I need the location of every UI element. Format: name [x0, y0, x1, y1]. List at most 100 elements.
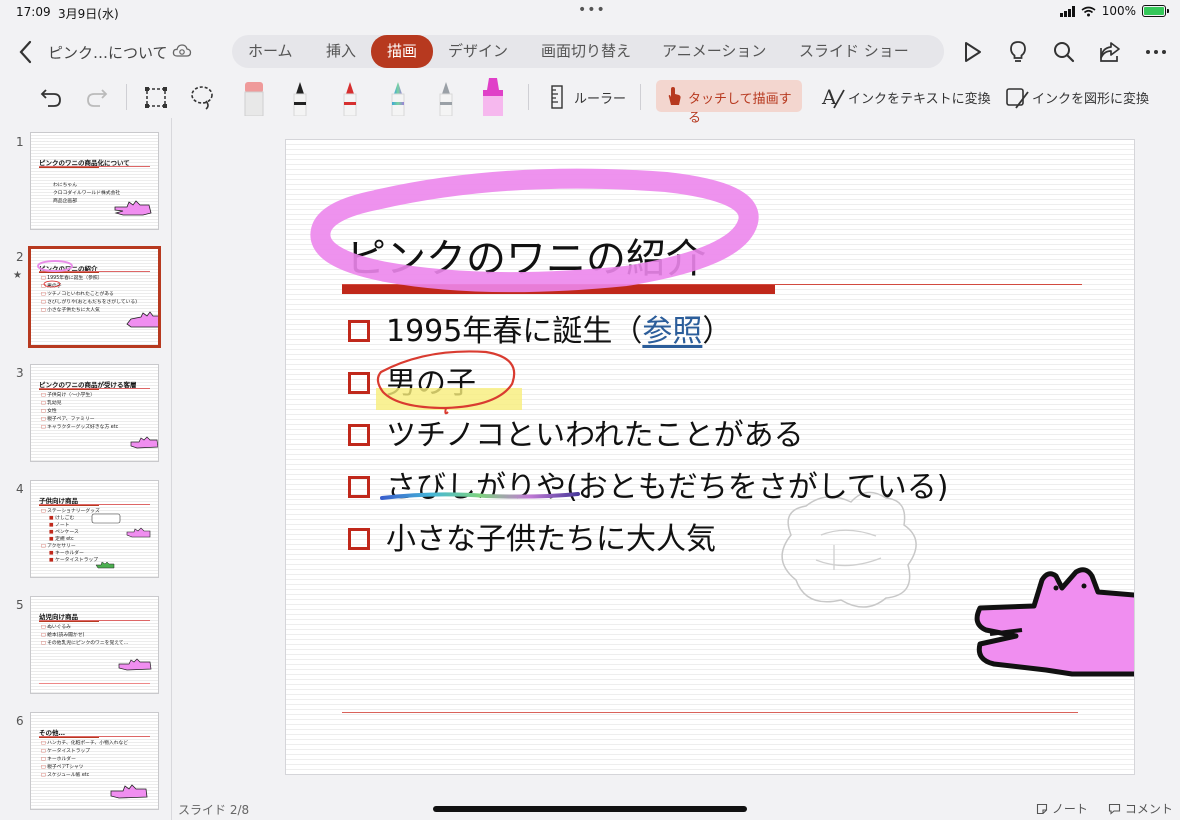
- thumb-number: 4: [16, 482, 24, 496]
- cloud-sync-icon[interactable]: [172, 42, 192, 60]
- home-indicator[interactable]: [433, 806, 747, 812]
- ink-to-shape-icon[interactable]: [1004, 82, 1030, 112]
- select-rect-icon[interactable]: [142, 82, 170, 112]
- slide-canvas[interactable]: ピンクのワニの紹介 1995年春に誕生（参照） 男の子 ツチノコといわれたことが…: [285, 139, 1135, 775]
- reference-link[interactable]: 参照: [642, 314, 702, 349]
- thumb-bullet: □ その他乳児にピンクのワニを覚えて…: [41, 641, 129, 646]
- footer-line: [342, 712, 1078, 713]
- hand-pointer-icon: [668, 87, 681, 105]
- pen-red-icon[interactable]: [338, 80, 362, 116]
- slide-bullet-5[interactable]: 小さな子供たちに大人気: [348, 514, 716, 557]
- bullet-box-icon: [348, 372, 370, 394]
- pink-crocodile-image: [118, 658, 152, 671]
- slide-thumbnail-4[interactable]: 子供向け商品 □ ステーショナリーグッズ ■ けしごむ ■ ノート ■ ペンケー…: [30, 480, 159, 578]
- comments-button[interactable]: コメント: [1108, 800, 1173, 817]
- highlighter-pink-icon[interactable]: [478, 76, 508, 116]
- slide-thumbnail-1[interactable]: ピンクのワニの商品化について わにちゃん クロコダイルワールド株式会社 商品企画…: [30, 132, 159, 230]
- thumb-number: 1: [16, 135, 24, 149]
- thumb-line: [39, 388, 150, 389]
- notes-label: ノート: [1051, 802, 1088, 816]
- redo-icon[interactable]: [82, 82, 110, 112]
- thumb-ink-overlay: [37, 260, 158, 328]
- status-time: 17:09: [16, 5, 51, 19]
- bullet-box-icon: [348, 424, 370, 446]
- pen-black-icon[interactable]: [288, 80, 312, 116]
- slide-thumbnail-6[interactable]: その他… □ ハンカチ、化粧ポーチ、小物入れなど □ ケータイストラップ □ キ…: [30, 712, 159, 810]
- bullet-text: さびしがりや(おともだちをさがしている): [386, 470, 949, 505]
- toolbar-divider: [640, 84, 641, 110]
- status-date: 3月9日(水): [58, 7, 119, 21]
- lasso-select-icon[interactable]: [188, 82, 216, 112]
- green-crocodile-image: [95, 561, 115, 569]
- ink-to-text-button[interactable]: インクをテキストに変換: [848, 88, 991, 107]
- bullet-text: ）: [702, 314, 733, 349]
- slide-bullet-2[interactable]: 男の子: [348, 358, 476, 401]
- thumb-bullet: □ 乳幼児: [41, 401, 62, 406]
- tabs-fade: [916, 35, 944, 68]
- slide-bullet-1[interactable]: 1995年春に誕生（参照）: [348, 306, 733, 349]
- lightbulb-icon[interactable]: [1006, 40, 1030, 64]
- app-window: 17:09 3月9日(水) ••• 100% ピンク…について ホーム 挿入 描…: [0, 0, 1180, 820]
- tab-draw[interactable]: 描画: [371, 35, 433, 68]
- thumb-number: 6: [16, 714, 24, 728]
- thumb-sub-bullet: ■ ノート: [49, 523, 70, 528]
- more-icon[interactable]: [1144, 40, 1168, 64]
- pink-crocodile-image: [126, 527, 151, 538]
- tab-animations[interactable]: アニメーション: [662, 35, 766, 68]
- pink-crocodile-image: [130, 436, 158, 449]
- thumb-sub-bullet: ■ 定規 etc: [49, 537, 74, 542]
- undo-icon[interactable]: [38, 82, 66, 112]
- thumb-bullet: □ 親子ペア、ファミリー: [41, 417, 95, 422]
- comment-icon: [1108, 803, 1121, 815]
- thumb-line-text: クロコダイルワールド株式会社: [53, 191, 121, 196]
- pink-crocodile-drawing: [974, 567, 1134, 677]
- battery-percent: 100%: [1101, 4, 1136, 18]
- slide-thumbnail-2[interactable]: ピンクのワニの紹介 □ 1995年春に誕生（参照） □ 男の子 □ ツチノコとい…: [28, 246, 161, 348]
- slide-counter: スライド 2/8: [178, 803, 250, 817]
- tab-slideshow[interactable]: スライド ショー: [799, 35, 909, 68]
- pink-crocodile-image: [114, 200, 152, 216]
- ribbon-tabs: ホーム 挿入 描画 デザイン 画面切り替え アニメーション スライド ショー: [232, 35, 944, 68]
- eraser-icon[interactable]: [240, 80, 268, 116]
- search-icon[interactable]: [1052, 40, 1076, 64]
- multitask-dots-icon[interactable]: •••: [578, 2, 606, 18]
- ink-to-text-icon[interactable]: A: [820, 82, 846, 112]
- notes-button[interactable]: ノート: [1036, 800, 1088, 817]
- thumb-bullet: □ スケジュール帳 etc: [41, 773, 90, 778]
- tab-insert[interactable]: 挿入: [326, 35, 356, 68]
- title-underline-bar: [342, 285, 775, 294]
- tab-transitions[interactable]: 画面切り替え: [541, 35, 631, 68]
- thumb-callout-shape: [91, 513, 121, 524]
- slide-bullet-3[interactable]: ツチノコといわれたことがある: [348, 410, 804, 453]
- tab-design[interactable]: デザイン: [448, 35, 508, 68]
- slide-thumbnail-5[interactable]: 幼児向け商品 □ ぬいぐるみ □ 絵本(読み聞かせ) □ その他乳児にピンクのワ…: [30, 596, 159, 694]
- draw-toolbar: ルーラー タッチして描画する A インクをテキストに変換 インクを図形に変換: [0, 76, 1180, 126]
- ruler-icon[interactable]: [548, 82, 566, 112]
- slide-thumbnail-3[interactable]: ピンクのワニの商品が受ける客層 □ 子供向け（〜小学生） □ 乳幼児 □ 女性 …: [30, 364, 159, 462]
- slide-bullet-4[interactable]: さびしがりや(おともだちをさがしている): [348, 462, 949, 505]
- ink-to-shape-button[interactable]: インクを図形に変換: [1032, 88, 1149, 107]
- status-right: 100%: [1059, 4, 1169, 18]
- tab-home[interactable]: ホーム: [248, 35, 293, 68]
- chevron-left-icon[interactable]: [18, 40, 32, 64]
- thumb-line: [39, 166, 150, 167]
- thumb-line-text: 商品企画部: [53, 199, 77, 204]
- touch-draw-label: タッチして描画する: [688, 92, 792, 126]
- battery-icon: [1142, 5, 1169, 17]
- comments-label: コメント: [1124, 802, 1173, 816]
- status-bar: 17:09 3月9日(水) ••• 100%: [0, 0, 1180, 24]
- play-icon[interactable]: [960, 40, 984, 64]
- thumb-sub-bullet: ■ ケータイストラップ: [49, 558, 99, 563]
- pencil-gray-icon[interactable]: [434, 80, 458, 116]
- slide-title[interactable]: ピンクのワニの紹介: [346, 226, 706, 284]
- ruler-button[interactable]: ルーラー: [574, 88, 626, 107]
- thumb-sub-bullet: ■ ペンケース: [49, 530, 79, 535]
- cellular-signal-icon: [1059, 5, 1075, 17]
- thumb-number: 2: [16, 250, 24, 264]
- bullet-box-icon: [348, 528, 370, 550]
- thumb-bullet: □ 子供向け（〜小学生）: [41, 393, 96, 398]
- touch-draw-button[interactable]: タッチして描画する: [656, 80, 802, 126]
- share-icon[interactable]: [1098, 40, 1122, 64]
- pen-galaxy-icon[interactable]: [386, 80, 410, 116]
- document-title[interactable]: ピンク…について: [48, 42, 168, 63]
